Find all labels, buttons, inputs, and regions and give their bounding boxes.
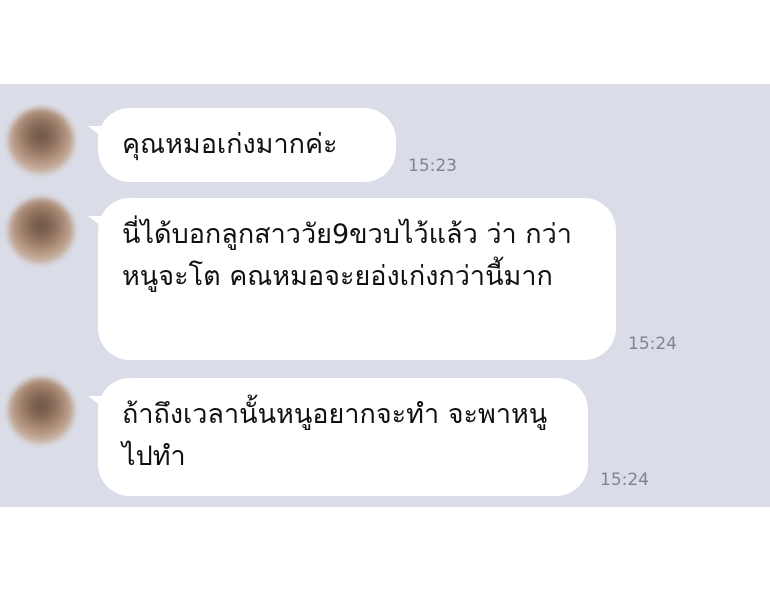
- message-row: คุณหมอเก่งมากค่ะ 15:23: [0, 104, 770, 184]
- message-text: นี่ได้บอกลูกสาววัย9ขวบไว้แล้ว ว่า กว่าหน…: [122, 219, 572, 292]
- message-bubble[interactable]: นี่ได้บอกลูกสาววัย9ขวบไว้แล้ว ว่า กว่าหน…: [88, 198, 616, 360]
- message-timestamp: 15:23: [408, 156, 457, 176]
- message-timestamp: 15:24: [628, 334, 677, 354]
- bubble-tail: [88, 396, 106, 410]
- message-bubble[interactable]: คุณหมอเก่งมากค่ะ: [88, 108, 396, 182]
- bubble-tail: [88, 126, 106, 140]
- message-timestamp: 15:24: [600, 470, 649, 490]
- message-row: ถ้าถึงเวลานั้นหนูอยากจะทำ จะพาหนูไปทำ 15…: [0, 374, 770, 499]
- message-row: นี่ได้บอกลูกสาววัย9ขวบไว้แล้ว ว่า กว่าหน…: [0, 194, 770, 364]
- message-text: ถ้าถึงเวลานั้นหนูอยากจะทำ จะพาหนูไปทำ: [122, 399, 548, 472]
- bubble-tail: [88, 216, 106, 230]
- sender-avatar[interactable]: [8, 198, 74, 264]
- chat-area: คุณหมอเก่งมากค่ะ 15:23 นี่ได้บอกลูกสาววั…: [0, 84, 770, 507]
- sender-avatar[interactable]: [8, 378, 74, 444]
- sender-avatar[interactable]: [8, 108, 74, 174]
- message-text: คุณหมอเก่งมากค่ะ: [122, 129, 338, 160]
- message-bubble[interactable]: ถ้าถึงเวลานั้นหนูอยากจะทำ จะพาหนูไปทำ: [88, 378, 588, 496]
